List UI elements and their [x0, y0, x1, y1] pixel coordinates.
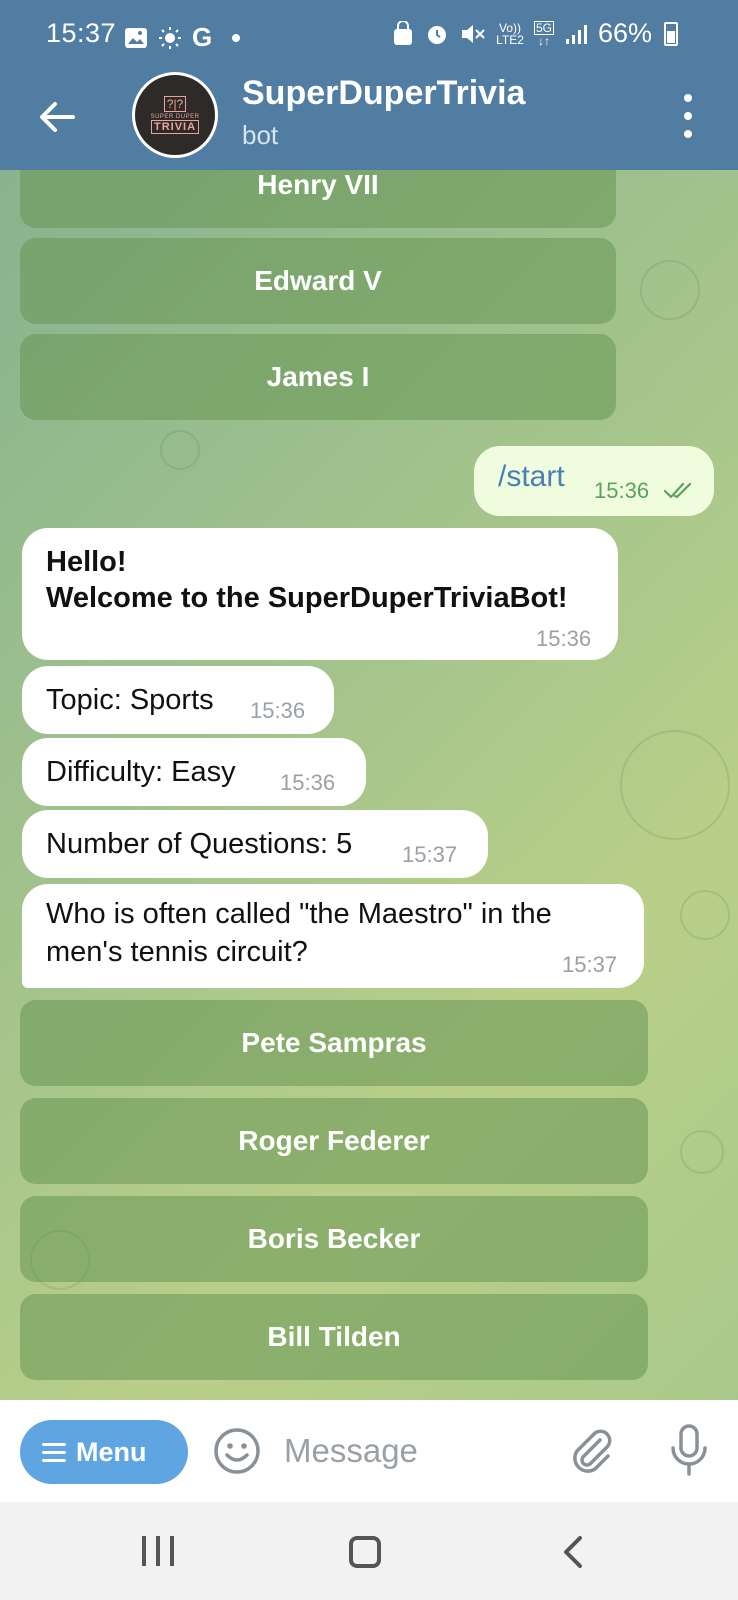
incoming-message[interactable]: Number of Questions: 5 15:37	[22, 810, 488, 878]
chat-header: ?|? SUPER DUPER TRIVIA SuperDuperTrivia …	[0, 70, 738, 170]
microphone-icon	[671, 1424, 707, 1476]
message-text-line: Who is often called "the Maestro" in the	[46, 898, 552, 930]
lock-rotate-icon	[394, 20, 413, 45]
inline-answer-button[interactable]: Henry VII	[20, 170, 616, 228]
answer-button[interactable]: Boris Becker	[20, 1196, 648, 1282]
bot-menu-button[interactable]: Menu	[20, 1420, 188, 1484]
brightness-icon	[159, 26, 181, 49]
incoming-message[interactable]: Difficulty: Easy 15:36	[22, 738, 366, 806]
smiley-icon	[214, 1428, 260, 1474]
avatar[interactable]: ?|? SUPER DUPER TRIVIA	[132, 72, 218, 158]
quiz-question-message[interactable]: Who is often called "the Maestro" in the…	[22, 884, 644, 988]
arrow-left-icon	[40, 102, 75, 132]
system-back-button[interactable]	[558, 1536, 588, 1568]
message-text-line: men's tennis circuit?	[46, 936, 308, 968]
answer-button[interactable]: Bill Tilden	[20, 1294, 648, 1380]
background-doodle	[680, 890, 730, 940]
paperclip-icon	[573, 1429, 612, 1473]
emoji-button[interactable]	[212, 1426, 262, 1476]
background-doodle	[680, 1130, 724, 1174]
message-input-bar: Menu	[0, 1400, 738, 1502]
inline-answer-button[interactable]: Edward V	[20, 238, 616, 324]
background-doodle	[620, 730, 730, 840]
dot-icon	[232, 33, 241, 42]
battery-icon	[664, 21, 678, 46]
voice-record-button[interactable]	[666, 1422, 712, 1480]
message-time: 15:36	[250, 698, 306, 723]
google-icon: G	[192, 22, 213, 52]
message-time: 15:36	[280, 770, 336, 795]
message-time: 15:36	[594, 478, 650, 503]
avatar-big-text: TRIVIA	[150, 120, 200, 134]
system-nav-bar	[0, 1502, 738, 1600]
attach-button[interactable]	[566, 1426, 616, 1476]
answer-button[interactable]: Roger Federer	[20, 1098, 648, 1184]
outgoing-message[interactable]: /start 15:36	[474, 446, 714, 516]
back-button[interactable]	[32, 92, 82, 142]
answer-button[interactable]: Pete Sampras	[20, 1000, 648, 1086]
chat-subtitle: bot	[242, 120, 279, 150]
message-time: 15:37	[402, 842, 458, 867]
menu-label: Menu	[76, 1436, 147, 1467]
status-left-icons: G	[124, 22, 241, 53]
double-check-icon	[664, 482, 692, 499]
message-time: 15:37	[562, 952, 618, 977]
image-icon	[125, 27, 147, 48]
more-options-button[interactable]	[678, 94, 698, 138]
message-text: /start	[498, 460, 565, 493]
status-time: 15:37	[46, 18, 117, 48]
message-input[interactable]	[284, 1422, 544, 1480]
chat-area[interactable]: Henry VII Edward V James I /start 15:36 …	[0, 170, 738, 1400]
inline-answer-button[interactable]: James I	[20, 334, 616, 420]
chat-title[interactable]: SuperDuperTrivia	[242, 74, 525, 113]
message-text-line: Hello!	[46, 546, 127, 578]
network-type: 5G ↓↑	[533, 20, 554, 48]
status-right: Vo)) LTE2 5G ↓↑ 66%	[392, 18, 678, 49]
status-bar: 15:37 G Vo)) LTE2 5G ↓↑ 66%	[0, 0, 738, 70]
background-doodle	[640, 260, 700, 320]
alarm-icon	[428, 25, 447, 44]
message-text: Number of Questions: 5	[46, 828, 353, 860]
home-button[interactable]	[349, 1536, 381, 1568]
signal-icon	[565, 24, 587, 44]
message-time: 15:36	[536, 626, 592, 651]
recents-button[interactable]	[142, 1536, 174, 1568]
mute-icon	[462, 24, 485, 43]
avatar-question-marks: ?|?	[163, 96, 187, 112]
background-doodle	[160, 430, 200, 470]
incoming-message[interactable]: Hello! Welcome to the SuperDuperTriviaBo…	[22, 528, 618, 660]
volte-indicator: Vo)) LTE2	[496, 20, 524, 47]
hamburger-icon	[42, 1442, 66, 1462]
battery-percent: 66%	[597, 18, 652, 48]
message-text-line: Welcome to the SuperDuperTriviaBot!	[46, 582, 568, 614]
message-text: Topic: Sports	[46, 684, 214, 716]
incoming-message[interactable]: Topic: Sports 15:36	[22, 666, 334, 734]
message-text: Difficulty: Easy	[46, 756, 236, 788]
